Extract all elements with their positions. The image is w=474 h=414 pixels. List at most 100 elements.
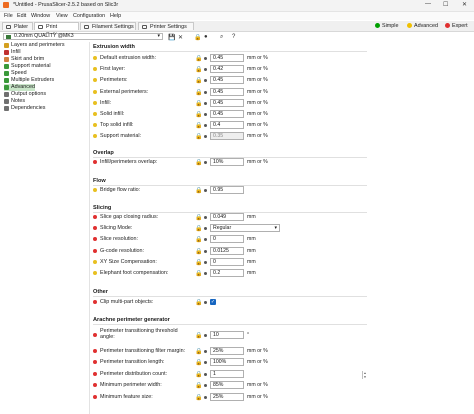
delete-preset-icon[interactable]: ✕	[178, 34, 183, 41]
lock-icon[interactable]: 🔒	[195, 225, 202, 232]
close-button[interactable]: ✕	[462, 1, 467, 8]
lock-icon[interactable]: 🔒	[195, 133, 202, 140]
lock-icon[interactable]: 🔒	[195, 348, 202, 355]
setting-input[interactable]: 0.95	[210, 186, 244, 194]
tree-item-multiple-extruders[interactable]: Multiple Extruders	[4, 77, 54, 84]
lock-icon[interactable]: 🔒	[195, 371, 202, 378]
setting-input[interactable]: 0.4	[210, 121, 244, 130]
maximize-button[interactable]: ☐	[443, 1, 448, 8]
reset-dot-icon[interactable]	[204, 249, 207, 253]
setting-input[interactable]: 0.45	[210, 54, 244, 62]
lock-icon[interactable]: 🔒	[195, 77, 202, 84]
setting-input[interactable]: 25%	[210, 392, 244, 401]
mode-simple[interactable]: Simple	[375, 23, 398, 30]
setting-input[interactable]: 1 ▲ ▼	[210, 369, 366, 379]
lock-icon[interactable]: 🔒	[195, 270, 202, 277]
reset-dot-icon[interactable]	[204, 361, 207, 364]
tree-item-skirt-and-brim[interactable]: Skirt and brim	[4, 56, 44, 63]
question-icon[interactable]: ?	[232, 34, 235, 40]
tree-item-notes[interactable]: Notes	[4, 98, 25, 105]
setting-input[interactable]: 0	[210, 257, 244, 266]
setting-input[interactable]: 10	[210, 331, 244, 339]
reset-dot-icon[interactable]	[204, 349, 207, 353]
mode-advanced[interactable]: Advanced	[407, 23, 438, 30]
setting-input[interactable]: 0.45	[210, 87, 244, 96]
setting-input[interactable]: 0.45	[210, 98, 244, 107]
setting-input[interactable]: 0.2	[210, 269, 244, 277]
setting-input[interactable]: 0.42	[210, 65, 244, 74]
tree-item-advanced[interactable]: Advanced	[4, 84, 35, 91]
reset-dot-icon[interactable]	[204, 101, 207, 105]
reset-dot-icon[interactable]	[204, 227, 207, 231]
tab-plater[interactable]: Plater	[2, 22, 33, 30]
preset-select[interactable]: 0.20mm QUALITY @MK3 ▾	[3, 33, 163, 40]
lock-icon[interactable]: 🔒	[195, 214, 202, 221]
lock-icon[interactable]: 🔒	[195, 66, 202, 73]
reset-dot-icon[interactable]	[204, 79, 207, 83]
reset-dot-icon[interactable]	[204, 135, 207, 139]
tree-item-speed[interactable]: Speed	[4, 70, 27, 77]
tab-printer-settings[interactable]: Printer Settings	[138, 22, 194, 30]
lock-icon[interactable]: 🔒	[195, 122, 202, 129]
setting-input[interactable]: 0.45	[210, 110, 244, 118]
reset-dot-icon[interactable]	[204, 57, 207, 60]
lock-icon[interactable]: 🔒	[195, 382, 202, 389]
setting-input[interactable]: 0.35	[210, 132, 244, 141]
tree-item-dependencies[interactable]: Dependencies	[4, 105, 45, 112]
tab-filament-settings[interactable]: Filament Settings	[80, 22, 136, 30]
setting-input[interactable]: 10%	[210, 158, 244, 166]
reset-dot-icon[interactable]	[204, 272, 207, 275]
tree-item-infill[interactable]: Infill	[4, 49, 21, 56]
tree-item-output-options[interactable]: Output options	[4, 91, 46, 98]
spinner-arrows-icon[interactable]: ▲ ▼	[362, 370, 367, 379]
lock-icon[interactable]: 🔒	[195, 236, 202, 243]
menu-edit[interactable]: Edit	[17, 13, 26, 19]
lock-icon[interactable]: 🔒	[194, 34, 201, 41]
lock-icon[interactable]: 🔒	[195, 359, 202, 366]
lock-icon[interactable]: 🔒	[195, 89, 202, 96]
reset-dot-icon[interactable]	[204, 90, 207, 94]
setting-input[interactable]: 85%	[210, 381, 244, 389]
setting-input[interactable]: 0.049	[210, 213, 244, 221]
setting-input[interactable]: 0.45	[210, 76, 244, 85]
minimize-button[interactable]: —	[425, 1, 431, 7]
menu-help[interactable]: Help	[110, 13, 121, 19]
lock-icon[interactable]: 🔒	[195, 394, 202, 401]
setting-dropdown[interactable]: Regular ▾	[210, 224, 280, 233]
reset-dot-icon[interactable]	[204, 384, 207, 387]
reset-dot-icon[interactable]	[204, 161, 207, 164]
lock-icon[interactable]: 🔒	[195, 159, 202, 166]
reset-dot-icon[interactable]	[204, 68, 207, 72]
save-preset-icon[interactable]: 💾	[168, 34, 175, 41]
lock-icon[interactable]: 🔒	[195, 111, 202, 118]
reset-dot-icon[interactable]	[204, 216, 207, 219]
reset-dot-icon[interactable]	[204, 113, 207, 116]
tab-print-settings[interactable]: Print Settings	[34, 22, 79, 38]
reset-dot-icon[interactable]	[204, 334, 207, 337]
menu-view[interactable]: View	[56, 13, 68, 19]
lock-icon[interactable]: 🔒	[195, 55, 202, 62]
back-arrow-icon[interactable]: ●	[204, 34, 208, 40]
setting-input[interactable]: 100%	[210, 358, 244, 366]
reset-dot-icon[interactable]	[204, 189, 207, 192]
setting-input[interactable]: 0	[210, 235, 244, 244]
reset-dot-icon[interactable]	[204, 124, 207, 128]
mode-expert[interactable]: Expert	[445, 23, 468, 30]
reset-dot-icon[interactable]	[204, 372, 207, 376]
tree-item-support-material[interactable]: Support material	[4, 63, 51, 70]
setting-input[interactable]: 0.0125	[210, 246, 244, 255]
menu-window[interactable]: Window	[31, 13, 50, 19]
lock-icon[interactable]: 🔒	[195, 100, 202, 107]
lock-icon[interactable]: 🔒	[195, 299, 202, 306]
setting-checkbox[interactable]: ✓	[210, 299, 216, 305]
menu-file[interactable]: File	[4, 13, 13, 19]
reset-dot-icon[interactable]	[204, 395, 207, 399]
reset-dot-icon[interactable]	[204, 260, 207, 264]
reset-dot-icon[interactable]	[204, 238, 207, 242]
lock-icon[interactable]: 🔒	[195, 248, 202, 255]
search-icon[interactable]: ⌕	[220, 34, 223, 41]
setting-input[interactable]: 25%	[210, 346, 244, 355]
reset-dot-icon[interactable]	[204, 301, 207, 304]
tree-item-layers-and-perimeters[interactable]: Layers and perimeters	[4, 42, 65, 49]
lock-icon[interactable]: 🔒	[195, 259, 202, 266]
